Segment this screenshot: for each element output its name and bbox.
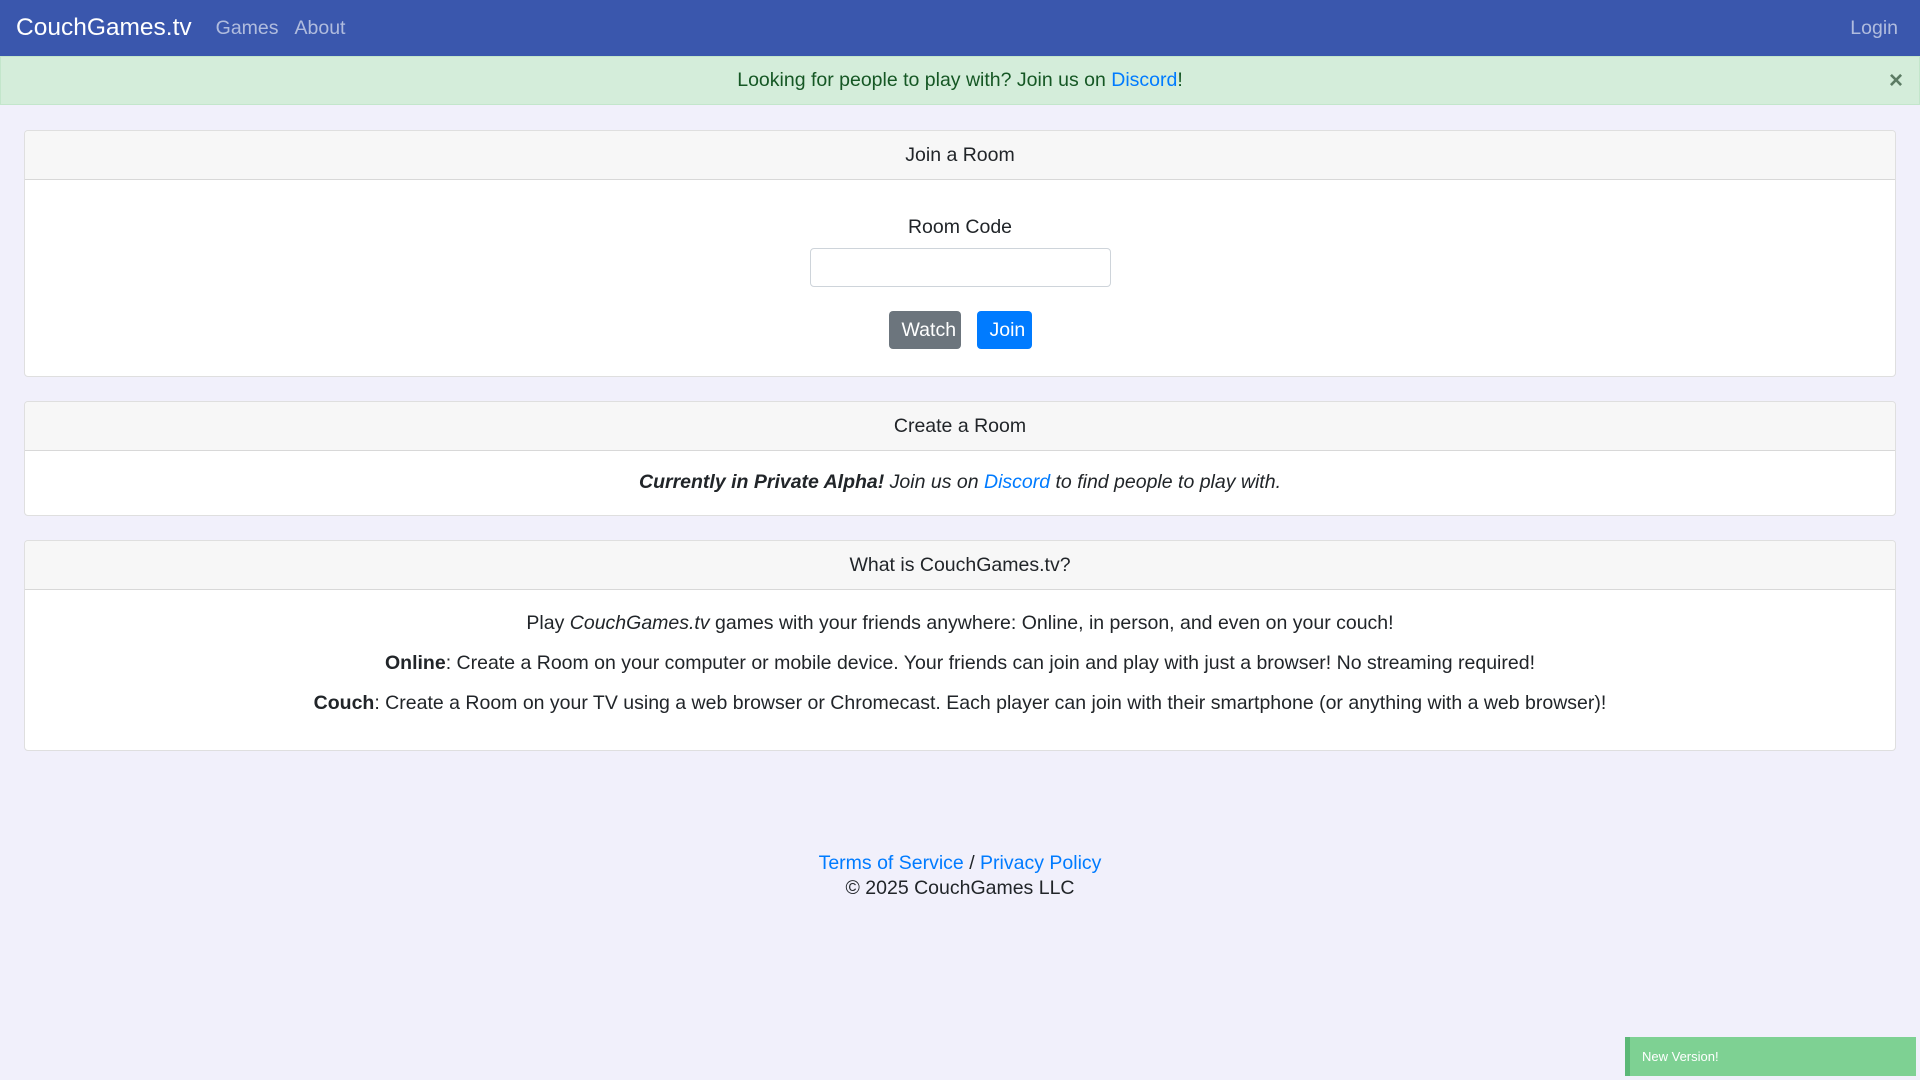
about-card: What is CouchGames.tv? Play CouchGames.t… — [24, 540, 1896, 751]
nav-link-about[interactable]: About — [295, 17, 346, 40]
join-room-header: Join a Room — [25, 131, 1895, 180]
alert-text: Looking for people to play with? Join us… — [737, 69, 1183, 92]
about-header: What is CouchGames.tv? — [25, 541, 1895, 590]
copyright-text: © 2025 CouchGames LLC — [845, 877, 1075, 899]
about-paragraph-couch: Couch: Create a Room on your TV using a … — [25, 692, 1895, 715]
room-code-label: Room Code — [907, 216, 1013, 238]
private-alpha-text: Currently in Private Alpha! — [639, 471, 885, 493]
join-button-row: Watch Join — [25, 311, 1895, 349]
login-link[interactable]: Login — [1850, 17, 1898, 40]
privacy-policy-link[interactable]: Privacy Policy — [980, 852, 1101, 874]
join-room-card: Join a Room Room Code Watch Join — [24, 130, 1896, 377]
create-room-card: Create a Room Currently in Private Alpha… — [24, 401, 1896, 516]
footer-separator: / — [963, 852, 981, 874]
create-discord-link[interactable]: Discord — [984, 471, 1050, 493]
alert-discord-link[interactable]: Discord — [1111, 69, 1177, 91]
join-button[interactable]: Join — [976, 311, 1032, 349]
create-text-after: to find people to play with. — [1050, 471, 1282, 493]
room-code-input[interactable] — [809, 248, 1111, 287]
intro-text-after: games with your friends anywhere: Online… — [709, 612, 1394, 634]
about-paragraph-online: Online: Create a Room on your computer o… — [25, 652, 1895, 675]
couch-label: Couch — [313, 692, 375, 714]
nav-link-games[interactable]: Games — [216, 17, 279, 40]
footer-links: Terms of Service / Privacy Policy — [0, 851, 1920, 876]
alert-text-after: ! — [1177, 69, 1183, 91]
about-body: Play CouchGames.tv games with your frien… — [25, 590, 1895, 715]
page-footer: Terms of Service / Privacy Policy © 2025… — [0, 851, 1920, 901]
intro-brand-emphasis: CouchGames.tv — [569, 612, 710, 634]
intro-text-before: Play — [526, 612, 570, 634]
terms-of-service-link[interactable]: Terms of Service — [819, 852, 964, 874]
create-room-body: Currently in Private Alpha! Join us on D… — [25, 451, 1895, 494]
new-version-text: New Version! — [1642, 1049, 1719, 1064]
alert-text-before: Looking for people to play with? Join us… — [737, 69, 1112, 91]
discord-alert-banner: Looking for people to play with? Join us… — [0, 56, 1920, 105]
couch-text: : Create a Room on your TV using a web b… — [374, 692, 1607, 714]
create-text-mid: Join us on — [884, 471, 984, 493]
close-icon[interactable]: × — [1889, 67, 1903, 95]
watch-button[interactable]: Watch — [888, 311, 961, 349]
join-room-body: Room Code Watch Join — [25, 180, 1895, 349]
online-text: : Create a Room on your computer or mobi… — [445, 652, 1535, 674]
brand-link[interactable]: CouchGames.tv — [16, 14, 192, 42]
create-room-header: Create a Room — [25, 402, 1895, 451]
top-navbar: CouchGames.tv Games About Login — [0, 0, 1920, 56]
new-version-toast[interactable]: New Version! — [1625, 1037, 1916, 1076]
online-label: Online — [385, 652, 446, 674]
about-paragraph-intro: Play CouchGames.tv games with your frien… — [25, 612, 1895, 635]
